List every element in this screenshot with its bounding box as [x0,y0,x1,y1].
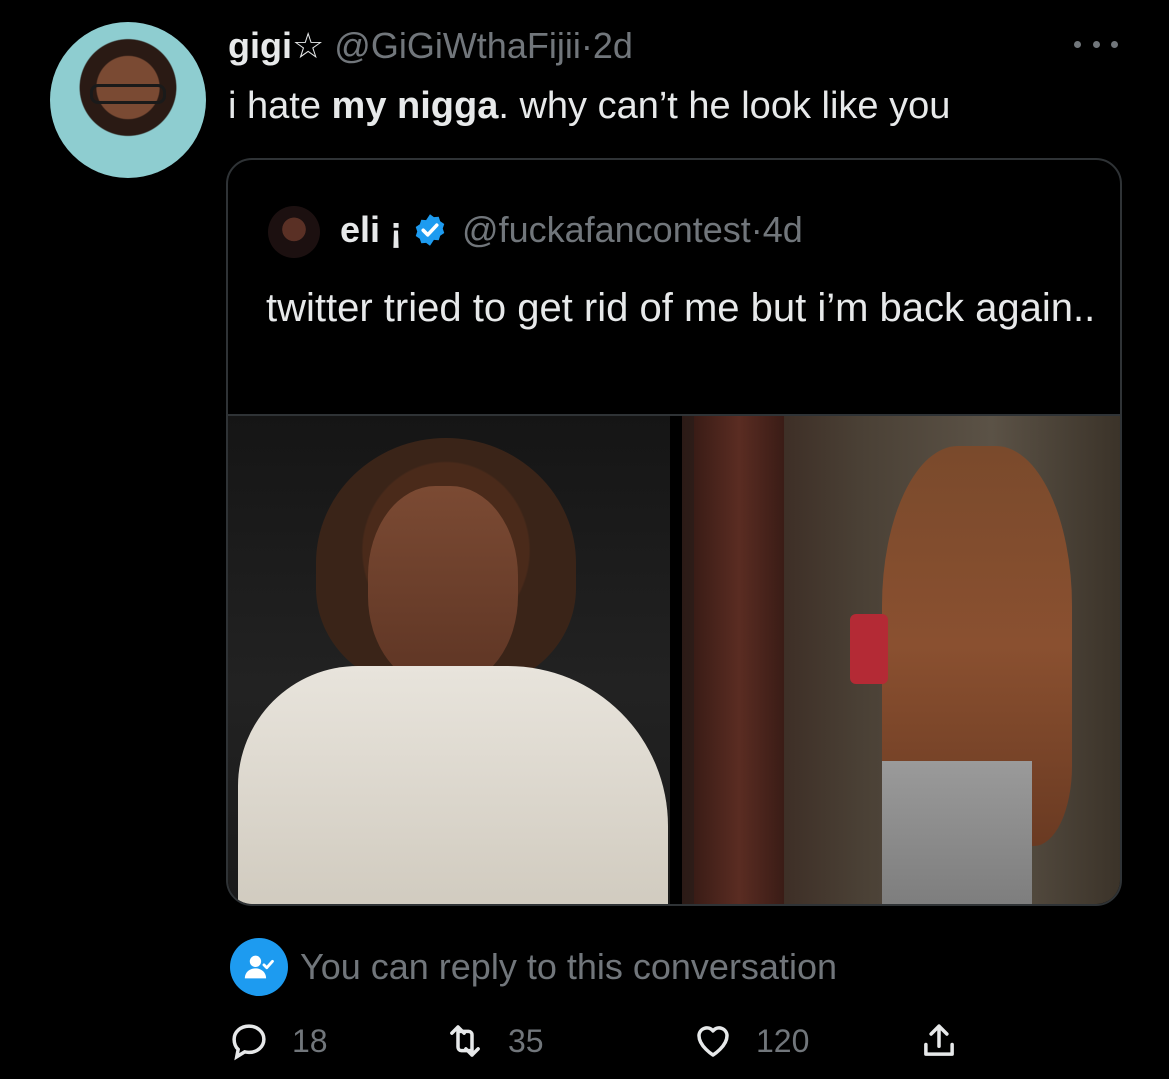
quoted-author-handle: @fuckafancontest [462,209,751,250]
quoted-tweet-header: eli ¡ @fuckafancontest · 4d [340,208,803,252]
heart-icon [697,1026,729,1057]
share-button[interactable] [918,1020,982,1062]
like-button[interactable]: 120 [692,1020,809,1062]
verified-badge-icon [415,214,445,246]
tweet-text-bold: my nigga [331,85,499,127]
person-check-icon [230,938,288,996]
reply-icon [232,1024,266,1061]
retweet-icon [450,1025,480,1057]
more-icon[interactable] [1074,36,1118,52]
share-icon [924,1024,954,1056]
quoted-author-avatar[interactable] [268,206,320,258]
quoted-photo-1[interactable] [228,416,670,904]
reply-count: 18 [292,1022,328,1059]
author-avatar[interactable] [50,22,206,178]
quoted-tweet[interactable]: eli ¡ @fuckafancontest · 4d twitter tried … [226,158,1122,906]
like-count: 120 [756,1022,810,1059]
reply-permission-text: You can reply to this conversation [300,946,837,987]
retweet-button[interactable]: 35 [444,1020,544,1062]
author-name[interactable]: gigi [228,25,292,66]
quoted-tweet-text: twitter tried to get rid of me but i’m b… [266,286,1096,330]
tweet-text-start: i hate [228,85,332,127]
tweet-actions: 18 35 120 [228,1020,988,1070]
author-name-symbol: ☆ [291,25,325,66]
reply-button[interactable]: 18 [228,1020,328,1062]
time-separator: · [580,25,593,66]
tweet-text-end: . why can’t he look like you [498,85,951,127]
tweet-header: gigi☆ @GiGiWthaFijii·2d [228,24,633,68]
quoted-author-name: eli [340,209,381,250]
tweet-time[interactable]: 2d [593,25,633,66]
quoted-photo-2[interactable] [682,416,1120,904]
quoted-time-separator: · [750,209,763,250]
author-handle[interactable]: @GiGiWthaFijii [334,25,581,66]
tweet-text: i hate my nigga. why can’t he look like … [228,82,950,130]
quoted-author-name-symbol: ¡ [390,209,403,250]
reply-permission-notice: You can reply to this conversation [230,938,837,996]
quoted-tweet-time: 4d [762,209,803,250]
retweet-count: 35 [508,1022,544,1059]
avatar-glasses [90,84,166,104]
